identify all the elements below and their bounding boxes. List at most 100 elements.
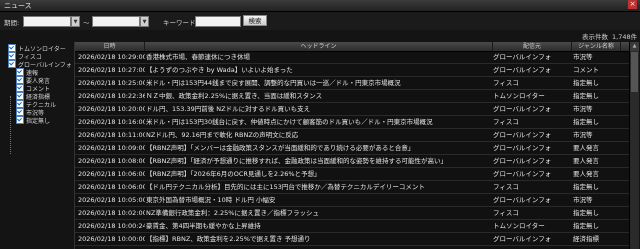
- cell-datetime: 2026/02/18 10:00:00: [78, 235, 145, 243]
- tree-item[interactable]: グローバルインフォ: [8, 60, 72, 69]
- count-value: 1,748件: [612, 33, 638, 41]
- cell-genre: 指定無し: [573, 183, 599, 191]
- cell-source: フィスコ: [493, 209, 519, 217]
- cell-genre: 指定無し: [573, 79, 599, 87]
- close-button[interactable]: ×: [628, 0, 637, 9]
- end-date-input[interactable]: [92, 16, 140, 27]
- table-row[interactable]: 2026/02/18 10:00:00 【指標】RBNZ、政策金利を2.25%で据…: [75, 234, 630, 246]
- cell-source: フィスコ: [493, 118, 519, 126]
- tree-item[interactable]: 速報: [16, 68, 38, 77]
- cell-source: グローバルインフォ: [493, 144, 552, 152]
- cell-datetime: 2026/02/18 10:05:00: [78, 196, 145, 204]
- tree-item[interactable]: 要人発言: [16, 76, 50, 85]
- checkbox[interactable]: [16, 92, 24, 100]
- cell-headline: 【ドル円テクニカル分析】目先的には主に153円台で推移か／為替テクニカルデイリー…: [146, 183, 425, 191]
- table-row[interactable]: 2026/02/18 10:02:00 NZ準備銀行政策金利：2.25%に据え置…: [75, 208, 630, 220]
- cell-headline: 香港株式市場、春節連休につき休場: [146, 53, 250, 61]
- scroll-up-icon[interactable]: ▲: [630, 42, 639, 51]
- keyword-input[interactable]: [195, 16, 241, 27]
- checkbox[interactable]: [8, 60, 16, 68]
- checkbox[interactable]: [8, 44, 16, 52]
- start-date-input[interactable]: [23, 16, 71, 27]
- cell-headline: 米ドル・円は153円44銭まで戻す展開、調整的な円買いは一巡／ドル・円東京市場概…: [146, 79, 401, 87]
- table-header: 日時 ヘッドライン 配信元 ジャンル名称: [75, 42, 630, 52]
- cell-headline: ドル円、153.39円前後 NZドルに対するドル買いも支え: [146, 105, 311, 113]
- table-row[interactable]: 2026/02/18 10:00:24 豪賃金、第4四半期も緩やかな上昇維持 トムソ…: [75, 221, 630, 233]
- vertical-scrollbar[interactable]: ▲: [629, 42, 639, 249]
- cell-headline: 【RBNZ声明】「メンバーは金融政策スタンスが当面緩和的であり続ける必要があると…: [146, 144, 415, 152]
- tree-item[interactable]: 指定無し: [16, 116, 51, 125]
- checkbox[interactable]: [16, 84, 24, 92]
- cell-datetime: 2026/02/18 10:06:00: [78, 183, 145, 191]
- tilde: ～: [83, 19, 90, 27]
- filter-bar: 期間: ▼ ～ ▼ キーワード: 検索: [0, 12, 640, 30]
- cell-source: グローバルインフォ: [493, 196, 552, 204]
- cell-source: トムソンロイター: [493, 222, 545, 230]
- cell-genre: 要人発言: [573, 170, 599, 178]
- cell-headline: NZ準備銀行政策金利：2.25%に据え置き／指標フラッシュ: [146, 209, 319, 217]
- cell-headline: 東京外国為替市場概況・10時 ドル円 小幅安: [146, 196, 276, 204]
- keyword-label: キーワード:: [163, 19, 198, 27]
- cell-datetime: 2026/02/18 10:02:00: [78, 209, 145, 217]
- cell-genre: 市況等: [573, 53, 593, 61]
- checkbox[interactable]: [16, 100, 24, 108]
- cell-datetime: 2026/02/18 10:16:00: [78, 118, 145, 126]
- tree-item[interactable]: テクニカル: [16, 100, 56, 109]
- tree-item[interactable]: フィスコ: [8, 52, 42, 61]
- table-row[interactable]: 2026/02/18 10:05:00 東京外国為替市場概況・10時 ドル円 小幅…: [75, 195, 630, 207]
- cell-genre: 指定無し: [573, 92, 599, 100]
- checkbox[interactable]: [16, 76, 24, 84]
- cell-datetime: 2026/02/18 10:11:00: [78, 131, 145, 139]
- table-row[interactable]: 2026/02/18 10:06:00 【ドル円テクニカル分析】目先的には主に15…: [75, 182, 630, 194]
- table-row[interactable]: 2026/02/18 10:16:00 米ドル・円は153円30銭台に戻す、仲値時…: [75, 117, 630, 129]
- news-table: 日時 ヘッドライン 配信元 ジャンル名称 2026/02/18 10:29:00…: [74, 42, 630, 249]
- cell-source: グローバルインフォ: [493, 66, 552, 74]
- cell-source: グローバルインフォ: [493, 105, 552, 113]
- column-header-source[interactable]: 配信元: [493, 42, 572, 51]
- tree-item-label: 指定無し: [26, 118, 51, 125]
- search-button[interactable]: 検索: [243, 15, 267, 26]
- column-header-genre[interactable]: ジャンル名称: [572, 42, 621, 51]
- scroll-thumb[interactable]: [631, 52, 638, 92]
- end-date-dropdown[interactable]: ▼: [140, 16, 149, 27]
- cell-headline: 米ドル・円は153円30銭台に戻す、仲値時点にかけて顧客筋のドル買いも／ドル・円…: [146, 118, 433, 126]
- table-row[interactable]: 2026/02/18 10:22:36 ＮＺ中銀、政策金利2.25%に据え置き、当…: [75, 91, 630, 103]
- cell-genre: 市況等: [573, 131, 593, 139]
- checkbox[interactable]: [16, 116, 24, 124]
- cell-datetime: 2026/02/18 10:06:00: [78, 170, 145, 178]
- start-date-dropdown[interactable]: ▼: [71, 16, 80, 27]
- cell-genre: 指定無し: [573, 118, 599, 126]
- cell-datetime: 2026/02/18 10:20:00: [78, 105, 145, 113]
- checkbox[interactable]: [16, 108, 24, 116]
- table-row[interactable]: 2026/02/18 10:29:00 香港株式市場、春節連休につき休場 グローバル…: [75, 52, 630, 64]
- title-bar: ニュース ×: [0, 0, 640, 12]
- tree-item[interactable]: トムソンロイター: [8, 44, 66, 53]
- cell-headline: 豪賃金、第4四半期も緩やかな上昇維持: [146, 222, 261, 230]
- column-header-date[interactable]: 日時: [75, 42, 145, 51]
- cell-genre: 指定無し: [573, 209, 599, 217]
- cell-source: フィスコ: [493, 183, 519, 191]
- table-row[interactable]: 2026/02/18 10:11:00 NZドル円、92.16円まで軟化 RBNZ…: [75, 130, 630, 142]
- column-header-headline[interactable]: ヘッドライン: [145, 42, 493, 51]
- cell-datetime: 2026/02/18 10:22:36: [78, 92, 145, 100]
- table-row[interactable]: 2026/02/18 10:09:00 【RBNZ声明】「メンバーは金融政策スタン…: [75, 143, 630, 155]
- table-row[interactable]: 2026/02/18 10:08:00 【RBNZ声明】「経済が予想通りに推移すれ…: [75, 156, 630, 168]
- checkbox[interactable]: [8, 52, 16, 60]
- cell-headline: NZドル円、92.16円まで軟化 RBNZの声明文に反応: [146, 131, 299, 139]
- checkbox[interactable]: [16, 68, 24, 76]
- cell-source: グローバルインフォ: [493, 235, 552, 243]
- period-label: 期間:: [4, 19, 20, 27]
- cell-headline: ＮＺ中銀、政策金利2.25%に据え置き、当面は緩和スタンス: [146, 92, 323, 100]
- tree-item[interactable]: 市況等: [16, 108, 44, 117]
- cell-source: グローバルインフォ: [493, 131, 552, 139]
- cell-source: グローバルインフォ: [493, 53, 552, 61]
- count-label: 表示件数: [582, 33, 608, 41]
- tree-item[interactable]: 経済指標: [16, 92, 50, 101]
- cell-datetime: 2026/02/18 10:08:00: [78, 157, 145, 165]
- table-row[interactable]: 2026/02/18 10:25:00 米ドル・円は153円44銭まで戻す展開、調…: [75, 78, 630, 90]
- tree-item[interactable]: コメント: [16, 84, 50, 93]
- table-row[interactable]: 2026/02/18 10:27:00 【ようずのつぶやき by Wada】いよい…: [75, 65, 630, 77]
- table-row[interactable]: 2026/02/18 10:20:00 ドル円、153.39円前後 NZドルに対す…: [75, 104, 630, 116]
- table-row[interactable]: 2026/02/18 10:06:00 【RBNZ声明】「2026年6月のOCR見…: [75, 169, 630, 181]
- cell-genre: 要人発言: [573, 157, 599, 165]
